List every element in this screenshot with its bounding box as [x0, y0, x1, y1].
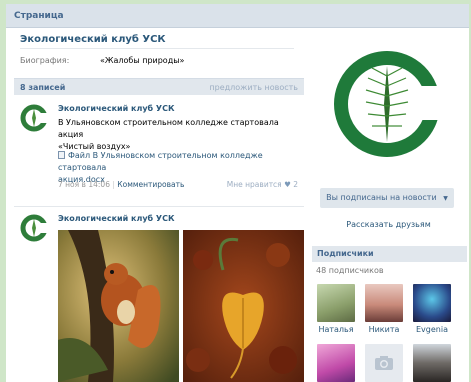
- post-text: В Ульяновском строительном колледже стар…: [58, 117, 290, 153]
- subscribers-header[interactable]: Подписчики: [312, 246, 467, 262]
- like-label: Мне нравится: [226, 180, 282, 189]
- group-title: Экологический клуб УСК: [20, 34, 166, 45]
- subscribed-label: Вы подписаны на новости: [326, 193, 437, 202]
- group-avatar[interactable]: [20, 214, 48, 242]
- member-card[interactable]: Никита: [364, 284, 404, 334]
- member-avatar[interactable]: [317, 344, 355, 382]
- camera-icon: [375, 356, 393, 370]
- post-author-link[interactable]: Экологический клуб УСК: [58, 214, 174, 223]
- member-avatar[interactable]: [413, 344, 451, 382]
- member-card[interactable]: [316, 344, 356, 382]
- post-meta-left: 7 ноя в 14:06 | Комментировать: [58, 180, 185, 189]
- subscribers-title: Подписчики: [317, 249, 374, 258]
- member-name[interactable]: Evgenia: [412, 325, 452, 334]
- divider: [20, 48, 294, 49]
- chevron-down-icon: ▼: [443, 195, 448, 202]
- member-avatar[interactable]: [365, 344, 403, 382]
- member-card[interactable]: [412, 344, 452, 382]
- heart-icon: ♥: [284, 180, 291, 189]
- wall-bar: 8 записей предложить новость: [14, 78, 304, 95]
- info-key: Биография:: [20, 56, 70, 65]
- member-avatar[interactable]: [317, 284, 355, 322]
- member-name[interactable]: Никита: [364, 325, 404, 334]
- like-count: 2: [293, 180, 298, 189]
- post-photo-leaf[interactable]: [183, 230, 304, 382]
- member-card[interactable]: [364, 344, 404, 382]
- wall-post-count[interactable]: 8 записей: [20, 83, 65, 92]
- doc-title-line: Файл В Ульяновском строительном колледже…: [58, 151, 263, 172]
- post-photo-squirrel[interactable]: [58, 230, 179, 382]
- page-header: Страница: [6, 4, 469, 28]
- info-value: «Жалобы природы»: [100, 56, 185, 65]
- post-text-line: В Ульяновском строительном колледже стар…: [58, 118, 279, 139]
- wall-post: Экологический клуб УСК В Ульяновском стр…: [14, 100, 304, 200]
- divider: [14, 206, 304, 207]
- member-name[interactable]: Наталья: [316, 325, 356, 334]
- like-button[interactable]: Мне нравится ♥ 2: [227, 180, 298, 189]
- member-avatar[interactable]: [413, 284, 451, 322]
- page-section-title: Страница: [14, 11, 64, 21]
- member-card[interactable]: Evgenia: [412, 284, 452, 334]
- main-column: Экологический клуб УСК Биография: «Жалоб…: [6, 28, 308, 382]
- comment-link[interactable]: Комментировать: [117, 180, 184, 189]
- post-author-link[interactable]: Экологический клуб УСК: [58, 104, 174, 113]
- tell-friends-link[interactable]: Рассказать друзьям: [308, 220, 469, 229]
- subscribed-dropdown-button[interactable]: Вы подписаны на новости ▼: [320, 188, 454, 208]
- member-avatar[interactable]: [365, 284, 403, 322]
- subscribers-count: 48 подписчиков: [316, 266, 384, 275]
- suggest-news-link[interactable]: предложить новость: [209, 83, 298, 92]
- group-logo[interactable]: [334, 36, 440, 172]
- group-avatar[interactable]: [20, 104, 48, 132]
- wall-post: Экологический клуб УСК: [14, 208, 304, 382]
- sidebar: Вы подписаны на новости ▼ Рассказать дру…: [308, 28, 469, 382]
- document-icon: [58, 151, 65, 159]
- member-card[interactable]: Наталья: [316, 284, 356, 334]
- post-date[interactable]: 7 ноя в 14:06: [58, 180, 110, 189]
